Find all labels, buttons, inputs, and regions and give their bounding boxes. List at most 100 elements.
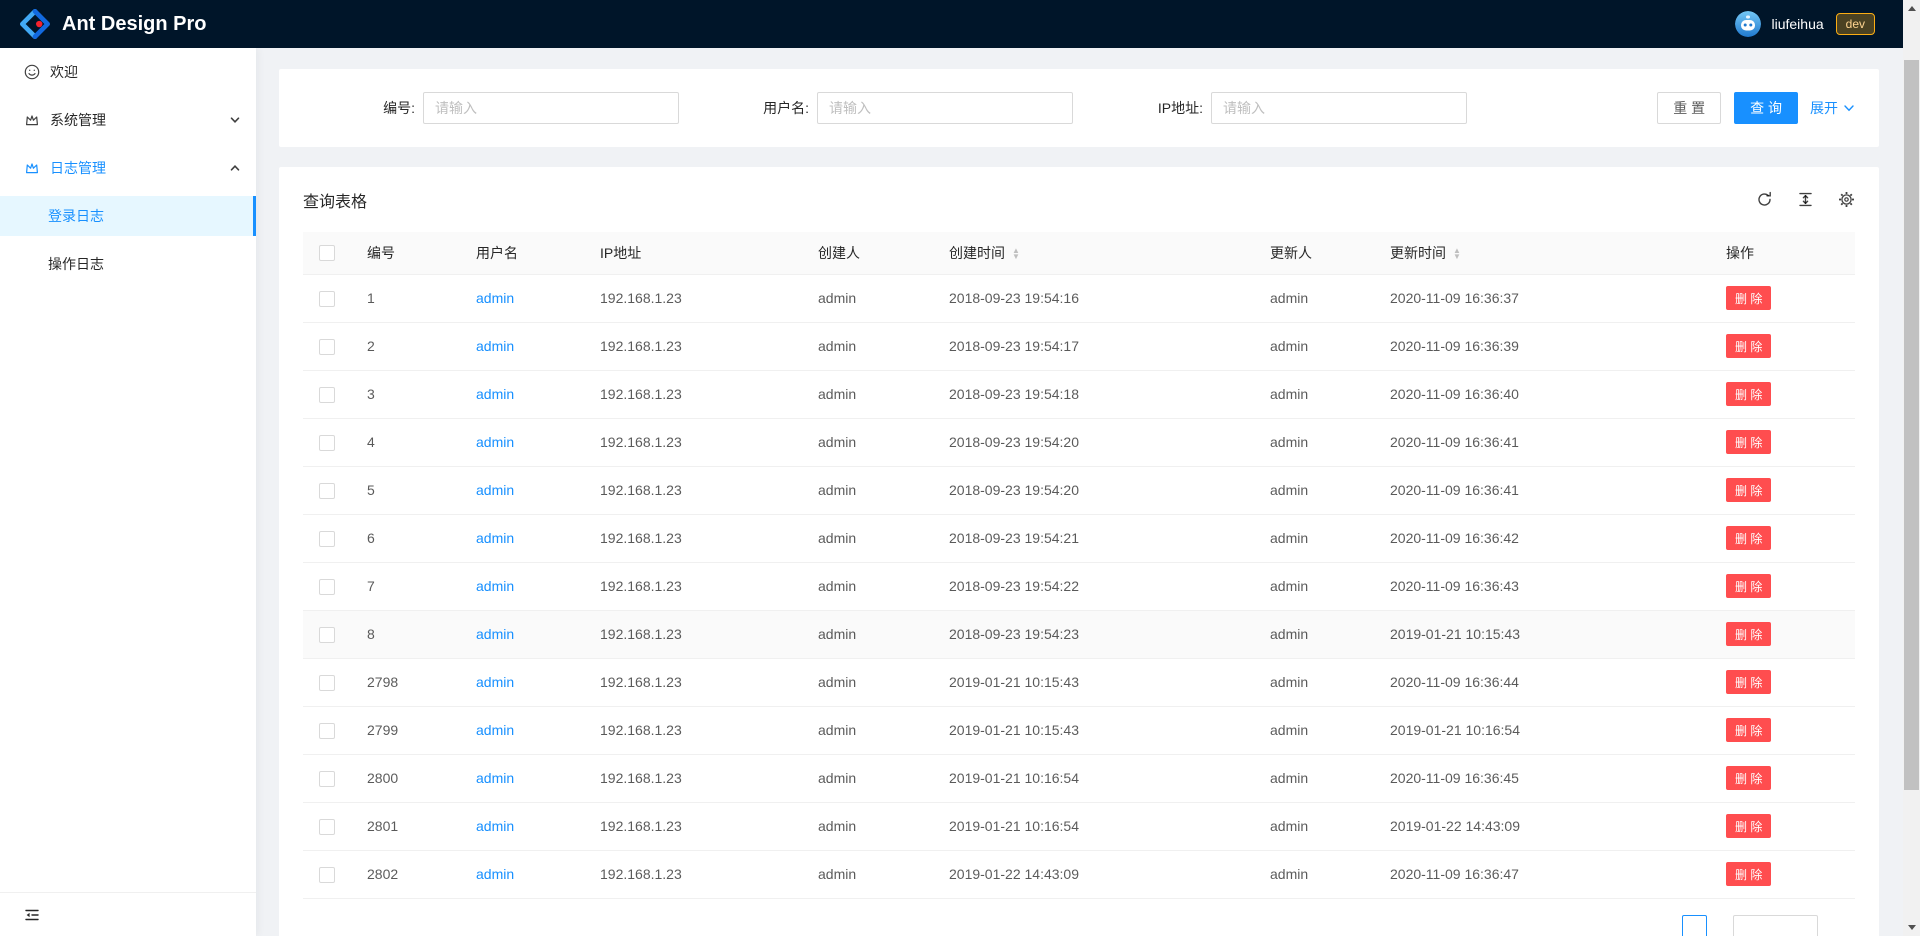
delete-button[interactable]: 删 除 xyxy=(1726,334,1771,358)
username-link[interactable]: admin xyxy=(476,578,514,594)
delete-button[interactable]: 删 除 xyxy=(1726,862,1771,886)
cell-updater: admin xyxy=(1254,322,1374,370)
cell-created-time: 2019-01-21 10:16:54 xyxy=(933,754,1254,802)
row-checkbox[interactable] xyxy=(319,339,335,355)
row-checkbox[interactable] xyxy=(319,291,335,307)
delete-button[interactable]: 删 除 xyxy=(1726,814,1771,838)
row-checkbox[interactable] xyxy=(319,483,335,499)
table-row: 2admin192.168.1.23admin2018-09-23 19:54:… xyxy=(303,322,1855,370)
column-header-creator: 创建人 xyxy=(802,232,933,274)
row-checkbox[interactable] xyxy=(319,627,335,643)
table-body: 1admin192.168.1.23admin2018-09-23 19:54:… xyxy=(303,274,1855,898)
delete-button[interactable]: 删 除 xyxy=(1726,718,1771,742)
ant-design-logo-icon[interactable] xyxy=(20,9,50,39)
column-height-icon[interactable] xyxy=(1797,191,1814,208)
delete-button[interactable]: 删 除 xyxy=(1726,766,1771,790)
sidebar-item-login-log[interactable]: 登录日志 xyxy=(0,196,256,236)
username-link[interactable]: admin xyxy=(476,866,514,882)
cell-created-time: 2019-01-22 14:43:09 xyxy=(933,850,1254,898)
sidebar-item-operation-log[interactable]: 操作日志 xyxy=(0,244,256,284)
scrollbar-down-arrow[interactable] xyxy=(1903,919,1920,936)
expand-link[interactable]: 展开 xyxy=(1810,98,1855,118)
id-input[interactable] xyxy=(423,92,679,124)
delete-button[interactable]: 删 除 xyxy=(1726,382,1771,406)
column-header-username: 用户名 xyxy=(460,232,584,274)
cell-updater: admin xyxy=(1254,562,1374,610)
cell-id: 2802 xyxy=(351,850,460,898)
field-id: 编号: xyxy=(303,92,697,124)
username-link[interactable]: admin xyxy=(476,338,514,354)
row-checkbox[interactable] xyxy=(319,819,335,835)
cell-ip: 192.168.1.23 xyxy=(584,514,802,562)
select-all-checkbox[interactable] xyxy=(319,245,335,261)
table-row: 3admin192.168.1.23admin2018-09-23 19:54:… xyxy=(303,370,1855,418)
delete-button[interactable]: 删 除 xyxy=(1726,526,1771,550)
cell-ip: 192.168.1.23 xyxy=(584,370,802,418)
username-link[interactable]: admin xyxy=(476,482,514,498)
username-link[interactable]: admin xyxy=(476,674,514,690)
delete-button[interactable]: 删 除 xyxy=(1726,286,1771,310)
delete-button[interactable]: 删 除 xyxy=(1726,430,1771,454)
username-link[interactable]: admin xyxy=(476,818,514,834)
sidebar-item-welcome[interactable]: 欢迎 xyxy=(0,52,256,92)
cell-ip: 192.168.1.23 xyxy=(584,802,802,850)
sorter-icon[interactable]: ▲▼ xyxy=(1453,248,1461,260)
row-checkbox[interactable] xyxy=(319,387,335,403)
cell-ip: 192.168.1.23 xyxy=(584,322,802,370)
cell-updated-time: 2020-11-09 16:36:40 xyxy=(1374,370,1710,418)
reset-button[interactable]: 重 置 xyxy=(1657,92,1721,124)
row-checkbox[interactable] xyxy=(319,675,335,691)
page-scrollbar[interactable] xyxy=(1903,0,1920,936)
cell-creator: admin xyxy=(802,754,933,802)
column-header-created-time[interactable]: 创建时间▲▼ xyxy=(933,232,1254,274)
delete-button[interactable]: 删 除 xyxy=(1726,622,1771,646)
sidebar-item-system-management[interactable]: 系统管理 xyxy=(0,100,256,140)
username-link[interactable]: admin xyxy=(476,434,514,450)
settings-icon[interactable] xyxy=(1838,191,1855,208)
username-link[interactable]: admin xyxy=(476,530,514,546)
row-checkbox[interactable] xyxy=(319,867,335,883)
scrollbar-up-arrow[interactable] xyxy=(1903,0,1920,17)
cell-updater: admin xyxy=(1254,274,1374,322)
cell-id: 6 xyxy=(351,514,460,562)
row-checkbox[interactable] xyxy=(319,579,335,595)
cell-creator: admin xyxy=(802,322,933,370)
username-link[interactable]: admin xyxy=(476,290,514,306)
sidebar-item-label: 操作日志 xyxy=(48,254,104,274)
reload-icon[interactable] xyxy=(1756,191,1773,208)
cell-created-time: 2018-09-23 19:54:18 xyxy=(933,370,1254,418)
delete-button[interactable]: 删 除 xyxy=(1726,478,1771,502)
pagination-current-page[interactable] xyxy=(1682,915,1707,936)
scrollbar-thumb[interactable] xyxy=(1904,60,1919,790)
cell-updated-time: 2019-01-22 14:43:09 xyxy=(1374,802,1710,850)
chevron-up-icon xyxy=(230,163,240,173)
column-header-updated-time[interactable]: 更新时间▲▼ xyxy=(1374,232,1710,274)
user-avatar[interactable] xyxy=(1735,11,1761,37)
table-header-row: 编号 用户名 IP地址 创建人 创建时间▲▼ 更新人 更新时间▲▼ 操作 xyxy=(303,232,1855,274)
delete-button[interactable]: 删 除 xyxy=(1726,670,1771,694)
row-checkbox[interactable] xyxy=(319,435,335,451)
cell-updated-time: 2020-11-09 16:36:42 xyxy=(1374,514,1710,562)
username-link[interactable]: admin xyxy=(476,770,514,786)
cell-creator: admin xyxy=(802,706,933,754)
table-row: 4admin192.168.1.23admin2018-09-23 19:54:… xyxy=(303,418,1855,466)
menu-fold-icon[interactable] xyxy=(24,907,40,923)
cell-creator: admin xyxy=(802,274,933,322)
username-link[interactable]: admin xyxy=(476,626,514,642)
pagination-page-size-select[interactable] xyxy=(1733,915,1818,936)
sidebar-item-log-management[interactable]: 日志管理 xyxy=(0,148,256,188)
table-row: 2800admin192.168.1.23admin2019-01-21 10:… xyxy=(303,754,1855,802)
username-input[interactable] xyxy=(817,92,1073,124)
username-link[interactable]: admin xyxy=(476,722,514,738)
row-checkbox[interactable] xyxy=(319,531,335,547)
row-checkbox[interactable] xyxy=(319,771,335,787)
query-button[interactable]: 查 询 xyxy=(1734,92,1798,124)
sorter-icon[interactable]: ▲▼ xyxy=(1012,248,1020,260)
row-checkbox[interactable] xyxy=(319,723,335,739)
ip-input[interactable] xyxy=(1211,92,1467,124)
delete-button[interactable]: 删 除 xyxy=(1726,574,1771,598)
cell-ip: 192.168.1.23 xyxy=(584,466,802,514)
username-link[interactable]: admin xyxy=(476,386,514,402)
username[interactable]: liufeihua xyxy=(1771,16,1823,32)
cell-updated-time: 2020-11-09 16:36:41 xyxy=(1374,418,1710,466)
